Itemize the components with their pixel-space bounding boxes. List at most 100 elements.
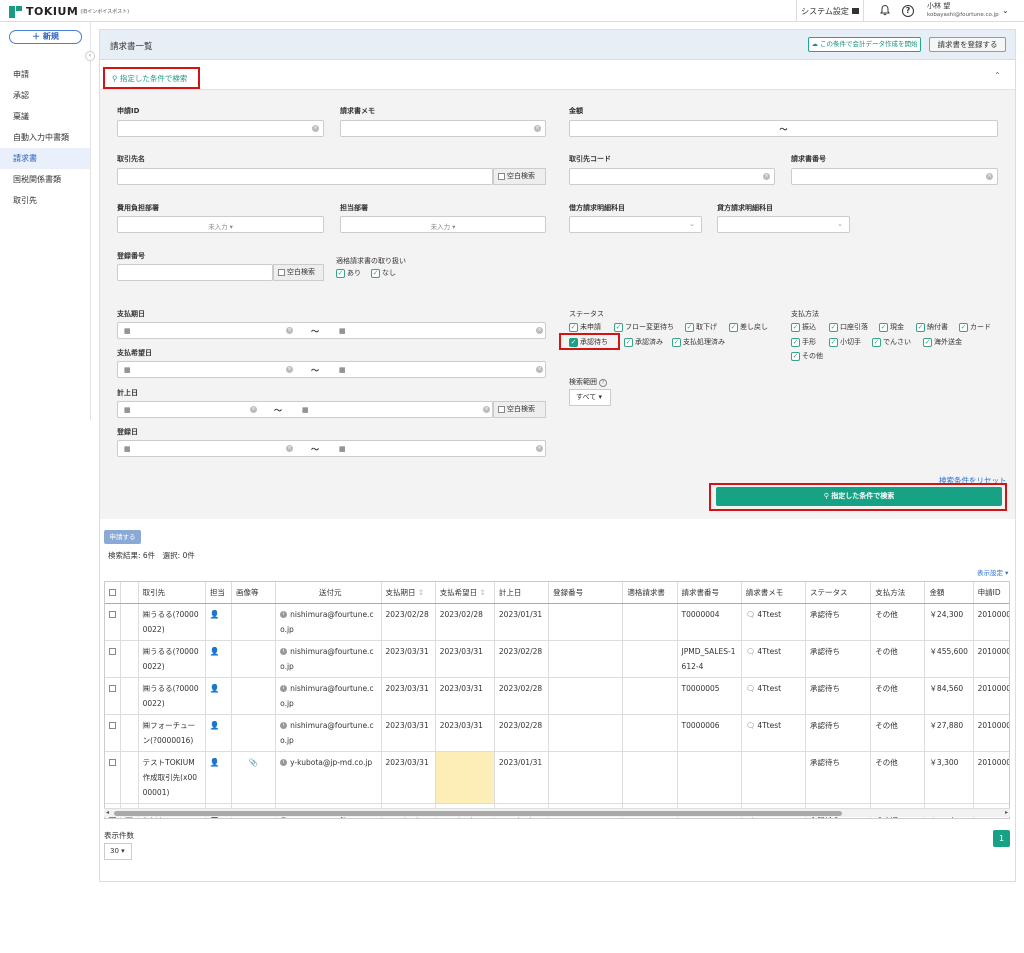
col-amount[interactable]: 金額 [924, 582, 974, 604]
status-returned-checkbox[interactable]: ✓ 差し戻し [729, 322, 768, 332]
help-icon[interactable]: ? [902, 5, 914, 17]
col-invoice-number[interactable]: 請求書番号 [677, 582, 742, 604]
col-reg-number[interactable]: 登録番号 [548, 582, 624, 604]
paperclip-icon[interactable]: 📎 [249, 758, 258, 767]
partner-blank-search-checkbox[interactable]: 空白検索 [493, 168, 546, 185]
col-images[interactable]: 画像等 [231, 582, 277, 604]
per-page-select[interactable]: 30 ▾ [104, 843, 132, 860]
logo[interactable]: TOKIUM (旧インボイスポスト) [9, 5, 129, 18]
clear-icon[interactable]: × [986, 173, 993, 180]
recorded-date-range[interactable]: ▦ × ～ ▦ × [117, 401, 493, 418]
table-row[interactable]: ㈱うるる(?00000022) 👤 i nishimura@fourtune.co… [105, 677, 1009, 715]
status-withdrawn-checkbox[interactable]: ✓ 取下げ [685, 322, 717, 332]
status-pending-approval-checkbox[interactable]: ✓ 承認待ち [569, 337, 608, 347]
clear-icon[interactable]: × [312, 125, 319, 132]
recorded-blank-search-checkbox[interactable]: 空白検索 [493, 401, 546, 418]
sidebar-item-tax-documents[interactable]: 国税関係書類 [0, 169, 90, 190]
sidebar-item-partners[interactable]: 取引先 [0, 190, 90, 211]
col-invoice-memo[interactable]: 請求書メモ [741, 582, 807, 604]
row-checkbox[interactable] [109, 611, 116, 618]
row-desired: 2023/03/31 [435, 677, 495, 715]
method-other-checkbox[interactable]: ✓ その他 [791, 351, 823, 361]
desired-payment-range[interactable]: ▦ × ～ ▦ × [117, 361, 546, 378]
reg-blank-search-checkbox[interactable]: 空白検索 [273, 264, 324, 281]
sidebar-item-auto-input[interactable]: 自動入力中書類 [0, 127, 90, 148]
clear-icon: × [286, 366, 293, 373]
row-checkbox[interactable] [109, 722, 116, 729]
collapse-sidebar-icon[interactable]: ‹ [85, 51, 95, 61]
method-payment-slip-checkbox[interactable]: ✓ 納付書 [916, 322, 948, 332]
table-row[interactable]: テストTOKIUM作成取引先(x0000001) 👤 📎 i y-kubota@j… [105, 751, 1009, 804]
table-row[interactable]: ㈱フォーチューン(?0000016) 👤 i nishimura@fourtune… [105, 714, 1009, 752]
col-payment-due[interactable]: 支払期日 ↕ [381, 582, 436, 604]
request-id-input[interactable]: × [117, 120, 324, 137]
status-approved-checkbox[interactable]: ✓ 承認済み [624, 337, 663, 347]
credit-item-select[interactable]: ⌄ [717, 216, 850, 233]
chevron-up-icon[interactable]: ⌃ [994, 71, 1001, 80]
person-icon: 👤 [209, 609, 220, 619]
clear-icon[interactable]: × [763, 173, 770, 180]
table-row[interactable]: ㈱うるる(?00000022) 👤 i nishimura@fourtune.co… [105, 603, 1009, 641]
row-checkbox[interactable] [109, 759, 116, 766]
page-button-1[interactable]: 1 [993, 830, 1010, 847]
row-checkbox[interactable] [109, 685, 116, 692]
qualified-yes-checkbox[interactable]: ✓ あり [336, 268, 361, 278]
row-checkbox[interactable] [109, 648, 116, 655]
col-payment-method[interactable]: 支払方法 [870, 582, 926, 604]
search-button[interactable]: ⚲ 指定した条件で検索 [716, 487, 1002, 506]
filter-toggle[interactable]: ⚲ 指定した条件で検索 [112, 73, 187, 84]
status-paid-checkbox[interactable]: ✓ 支払処理済み [672, 337, 725, 347]
method-overseas-checkbox[interactable]: ✓ 海外送金 [923, 337, 962, 347]
method-cash-checkbox[interactable]: ✓ 現金 [879, 322, 904, 332]
col-partner[interactable]: 取引先 [138, 582, 206, 604]
col-status[interactable]: ステータス [805, 582, 872, 604]
register-invoice-button[interactable]: 請求書を登録する [929, 37, 1006, 52]
method-bill-checkbox[interactable]: ✓ 手形 [791, 337, 816, 347]
scroll-thumb[interactable] [114, 811, 842, 816]
sidebar: ＋ 新規 ‹ 申請 承認 稟議 自動入力中書類 請求書 国税関係書類 取引先 [0, 22, 95, 420]
method-check-checkbox[interactable]: ✓ 小切手 [829, 337, 861, 347]
qualified-invoice-label: 適格請求書の取り扱い [336, 257, 406, 265]
status-flow-change-checkbox[interactable]: ✓ フロー変更待ち [614, 322, 674, 332]
col-sender[interactable]: 送付元 [275, 582, 382, 604]
status-unapplied-checkbox[interactable]: ✓ 未申請 [569, 322, 601, 332]
sidebar-item-invoices[interactable]: 請求書 [0, 148, 90, 169]
new-button[interactable]: ＋ 新規 [9, 30, 82, 44]
partner-code-input[interactable]: × [569, 168, 775, 185]
method-densai-checkbox[interactable]: ✓ でんさい [872, 337, 911, 347]
method-transfer-checkbox[interactable]: ✓ 振込 [791, 322, 816, 332]
charge-dept-select[interactable]: 未入力 ▾ [340, 216, 546, 233]
col-desired-payment[interactable]: 支払希望日 ↕ [435, 582, 495, 604]
qualified-no-checkbox[interactable]: ✓ なし [371, 268, 396, 278]
chevron-down-icon[interactable]: ⌄ [1002, 6, 1009, 15]
method-card-checkbox[interactable]: ✓ カード [959, 322, 991, 332]
clear-icon[interactable]: × [534, 125, 541, 132]
registered-date-range[interactable]: ▦ × ～ ▦ × [117, 440, 546, 457]
method-debit-checkbox[interactable]: ✓ 口座引落 [829, 322, 868, 332]
col-assignee[interactable]: 担当 [205, 582, 232, 604]
apply-button[interactable]: 申請する [104, 530, 141, 544]
display-settings-link[interactable]: 表示設定 ▾ [977, 567, 1008, 577]
horizontal-scrollbar[interactable]: ◂ ▸ [104, 808, 1010, 817]
search-scope-select[interactable]: すべて ▾ [569, 389, 611, 406]
create-accounting-data-button[interactable]: ☁ この条件で会計データ作成を開始 [808, 37, 921, 52]
col-request-id[interactable]: 申請ID [973, 582, 1009, 604]
table-row[interactable]: ㈱うるる(?00000022) 👤 i nishimura@fourtune.co… [105, 640, 1009, 678]
invoice-number-input[interactable]: × [791, 168, 998, 185]
invoice-memo-input[interactable]: × [340, 120, 546, 137]
bell-icon[interactable] [879, 4, 891, 16]
col-recorded[interactable]: 計上日 [494, 582, 550, 604]
user-menu[interactable]: 小林 望 kobayashi@fourtune.co.jp [927, 2, 999, 20]
sidebar-item-approvals[interactable]: 承認 [0, 85, 90, 106]
payment-due-range[interactable]: ▦ × ～ ▦ × [117, 322, 546, 339]
partner-name-input[interactable] [117, 168, 493, 185]
select-all-checkbox[interactable] [105, 582, 121, 604]
sidebar-item-requests[interactable]: 申請 [0, 64, 90, 85]
cost-dept-select[interactable]: 未入力 ▾ [117, 216, 324, 233]
sidebar-item-ringi[interactable]: 稟議 [0, 106, 90, 127]
system-settings-menu[interactable]: システム設定 [796, 0, 864, 22]
registration-number-input[interactable] [117, 264, 273, 281]
col-qualified[interactable]: 適格請求書 [622, 582, 678, 604]
debit-item-select[interactable]: ⌄ [569, 216, 702, 233]
amount-range-input[interactable]: ～ [569, 120, 998, 137]
